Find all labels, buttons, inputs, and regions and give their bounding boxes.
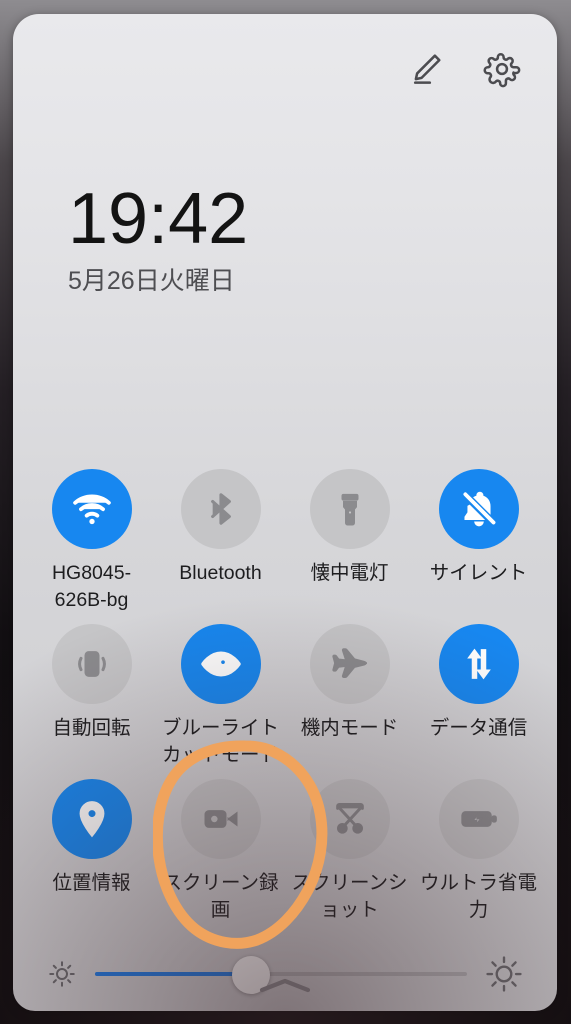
toggle-silent[interactable]: サイレント xyxy=(414,469,543,624)
quick-settings-panel: 19:42 5月26日火曜日 HG8045-626B-bg Bluetooth … xyxy=(13,14,557,1011)
toggle-wifi[interactable]: HG8045-626B-bg xyxy=(27,469,156,624)
toggle-location[interactable]: 位置情報 xyxy=(27,779,156,934)
airplane-icon xyxy=(309,624,390,704)
flashlight-icon xyxy=(309,469,390,549)
toggle-ultra-power-saving[interactable]: ウルトラ省電力 xyxy=(414,779,543,934)
toggle-flashlight[interactable]: 懐中電灯 xyxy=(285,469,414,624)
toggle-auto-rotate[interactable]: 自動回転 xyxy=(27,624,156,779)
auto-rotate-icon xyxy=(51,624,132,704)
toggle-label: スクリーン録画 xyxy=(162,872,279,921)
wifi-icon xyxy=(51,469,132,549)
clock-time: 19:42 xyxy=(68,179,249,259)
scissors-icon xyxy=(309,779,390,859)
clock-block: 19:42 5月26日火曜日 xyxy=(68,180,248,296)
toggle-blue-light-filter[interactable]: ブルーライトカットモード xyxy=(156,624,285,779)
toggle-bluetooth[interactable]: Bluetooth xyxy=(156,469,285,624)
pencil-edit-icon[interactable] xyxy=(407,50,445,88)
eye-icon xyxy=(180,624,261,704)
slider-fill xyxy=(95,972,252,976)
quick-settings-header xyxy=(407,50,521,88)
clock-date: 5月26日火曜日 xyxy=(68,267,235,295)
toggle-mobile-data[interactable]: データ通信 xyxy=(414,624,543,779)
battery-bolt-icon xyxy=(438,779,519,859)
chevron-up-icon[interactable] xyxy=(250,975,320,997)
toggle-label: Bluetooth xyxy=(179,562,262,584)
toggle-label: データ通信 xyxy=(429,717,528,739)
toggle-label: ブルーライトカットモード xyxy=(161,717,279,766)
toggle-label: HG8045-626B-bg xyxy=(51,562,132,611)
toggle-airplane-mode[interactable]: 機内モード xyxy=(285,624,414,779)
toggle-label: 懐中電灯 xyxy=(310,562,389,584)
toggle-label: 位置情報 xyxy=(52,872,131,894)
toggle-label: 機内モード xyxy=(300,717,399,739)
sun-low-icon[interactable] xyxy=(47,959,77,989)
toggle-label: サイレント xyxy=(429,562,528,584)
location-pin-icon xyxy=(51,779,132,859)
video-camera-icon xyxy=(180,779,261,859)
sun-high-icon[interactable] xyxy=(485,955,523,993)
quick-settings-grid: HG8045-626B-bg Bluetooth 懐中電灯 サイレント 自動回転… xyxy=(27,469,543,934)
toggle-label: 自動回転 xyxy=(52,717,131,739)
toggle-screen-recording[interactable]: スクリーン録画 xyxy=(156,779,285,934)
gear-icon[interactable] xyxy=(483,50,521,88)
bluetooth-icon xyxy=(180,469,261,549)
toggle-screenshot[interactable]: スクリーンショット xyxy=(285,779,414,934)
phone-screen: 19:42 5月26日火曜日 HG8045-626B-bg Bluetooth … xyxy=(0,0,571,1024)
data-transfer-icon xyxy=(438,624,519,704)
toggle-label: ウルトラ省電力 xyxy=(419,872,537,921)
bell-off-icon xyxy=(438,469,519,549)
toggle-label: スクリーンショット xyxy=(291,872,408,921)
